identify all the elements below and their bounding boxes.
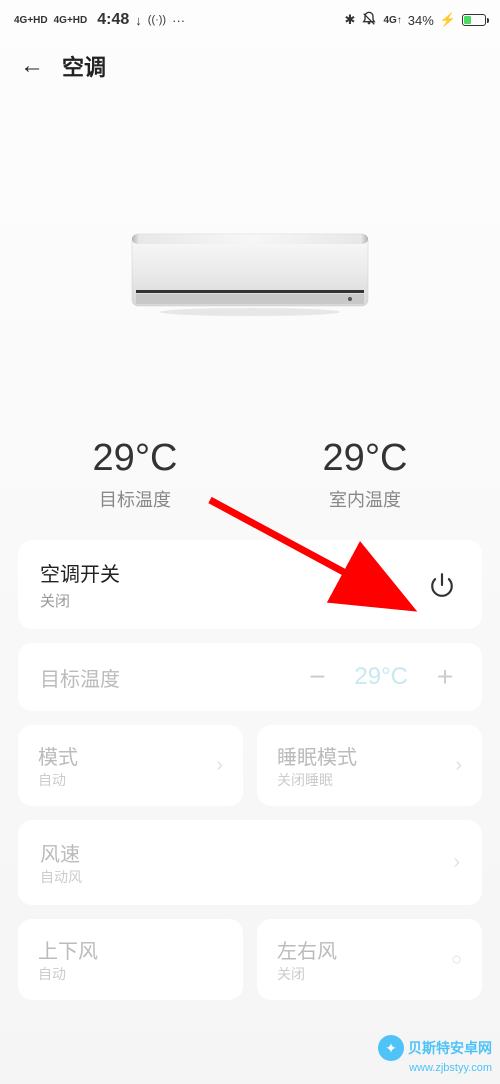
more-icon: ··· xyxy=(172,13,185,28)
horiz-wind-value: 关闭 xyxy=(277,964,337,984)
battery-icon xyxy=(462,14,486,26)
charging-icon: ⚡ xyxy=(440,12,456,28)
signal-1: 4G+HD xyxy=(14,15,48,26)
fan-title: 风速 xyxy=(40,838,82,867)
cards-container: 空调开关 关闭 目标温度 − 29°C + 模式 自动 › 睡眠模式 关闭睡眠 xyxy=(0,540,500,1000)
battery-pct: 34% xyxy=(408,13,434,28)
watermark: ✦ 贝斯特安卓网 www.zjbstyy.com xyxy=(378,1035,492,1074)
network-icon: 4G↑ xyxy=(383,15,401,26)
sleep-title: 睡眠模式 xyxy=(277,741,357,770)
dnd-icon xyxy=(361,11,377,30)
watermark-icon: ✦ xyxy=(378,1035,404,1061)
chevron-right-icon: › xyxy=(455,754,462,777)
mode-title: 模式 xyxy=(38,741,78,770)
header: ← 空调 xyxy=(0,40,500,92)
vertical-wind-card[interactable]: 上下风 自动 xyxy=(18,919,243,1000)
status-bar: 4G+HD 4G+HD 4:48 ↓ ((·)) ··· ✱ 4G↑ 34% ⚡ xyxy=(0,0,500,40)
temperature-row: 29°C 目标温度 29°C 室内温度 xyxy=(0,437,500,512)
time: 4:48 xyxy=(97,11,129,29)
switch-title: 空调开关 xyxy=(40,558,120,587)
chevron-right-icon: › xyxy=(216,754,223,777)
watermark-url: www.zjbstyy.com xyxy=(378,1062,492,1074)
power-button[interactable] xyxy=(424,567,460,603)
target-temp-block: 29°C 目标温度 xyxy=(93,437,178,512)
download-icon: ↓ xyxy=(135,13,142,28)
hotspot-icon: ((·)) xyxy=(148,14,166,26)
ac-image xyxy=(0,232,500,317)
target-temp-card: 目标温度 − 29°C + xyxy=(18,643,482,711)
target-temp-value: 29°C xyxy=(93,437,178,480)
vert-wind-title: 上下风 xyxy=(38,935,98,964)
switch-status: 关闭 xyxy=(40,590,120,611)
mode-card[interactable]: 模式 自动 › xyxy=(18,725,243,806)
toggle-off-icon: ○ xyxy=(451,949,462,970)
indoor-temp-value: 29°C xyxy=(323,437,408,480)
status-left: 4G+HD 4G+HD 4:48 ↓ ((·)) ··· xyxy=(14,11,185,29)
signal-2: 4G+HD xyxy=(54,15,88,26)
temp-minus-button[interactable]: − xyxy=(302,661,332,693)
sleep-mode-card[interactable]: 睡眠模式 关闭睡眠 › xyxy=(257,725,482,806)
status-right: ✱ 4G↑ 34% ⚡ xyxy=(345,11,486,30)
fan-value: 自动风 xyxy=(40,867,82,887)
horizontal-wind-card[interactable]: 左右风 关闭 ○ xyxy=(257,919,482,1000)
mode-value: 自动 xyxy=(38,770,78,790)
ac-switch-card[interactable]: 空调开关 关闭 xyxy=(18,540,482,629)
indoor-temp-block: 29°C 室内温度 xyxy=(323,437,408,512)
target-temp-label: 目标温度 xyxy=(93,486,178,512)
watermark-text: 贝斯特安卓网 xyxy=(408,1038,492,1058)
fan-speed-card[interactable]: 风速 自动风 › xyxy=(18,820,482,905)
page-title: 空调 xyxy=(62,50,106,82)
bluetooth-icon: ✱ xyxy=(345,12,356,28)
indoor-temp-label: 室内温度 xyxy=(323,486,408,512)
horiz-wind-title: 左右风 xyxy=(277,935,337,964)
sleep-value: 关闭睡眠 xyxy=(277,770,357,790)
target-temp-title: 目标温度 xyxy=(40,663,120,692)
temp-plus-button[interactable]: + xyxy=(430,661,460,693)
temp-display: 29°C xyxy=(354,663,408,691)
chevron-right-icon: › xyxy=(453,851,460,874)
vert-wind-value: 自动 xyxy=(38,964,98,984)
back-button[interactable]: ← xyxy=(20,52,44,80)
